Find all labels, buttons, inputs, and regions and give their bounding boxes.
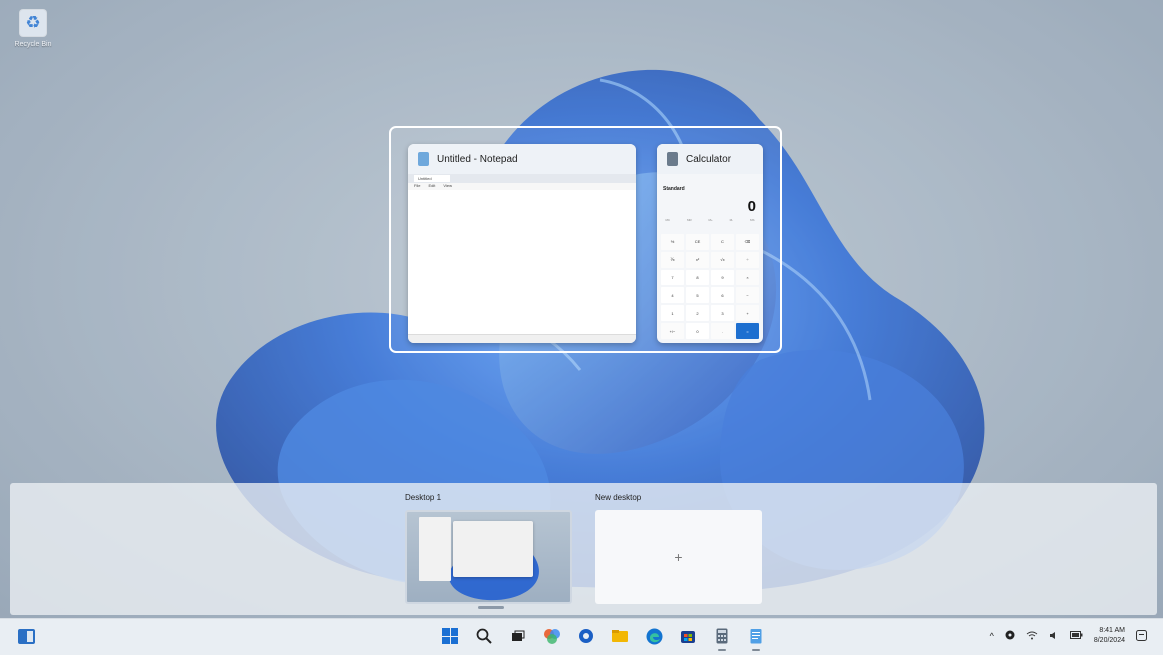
calculator-icon	[667, 152, 678, 166]
calculator-key: +/−	[661, 323, 684, 339]
menu-item: Edit	[428, 183, 436, 188]
task-view-window-notepad[interactable]: Untitled - Notepad Untitled File Edit Vi…	[408, 144, 636, 343]
calculator-key: 7	[661, 269, 684, 286]
widgets-icon[interactable]	[18, 629, 35, 644]
notifications-icon[interactable]	[1136, 629, 1147, 643]
clock-time: 8:41 AM	[1099, 627, 1125, 634]
desktop-thumb-calculator	[453, 521, 533, 577]
start-icon[interactable]	[440, 625, 460, 647]
store-icon[interactable]	[678, 625, 698, 647]
calculator-key: 4	[661, 287, 684, 304]
desktop-1[interactable]: Desktop 1	[405, 493, 572, 604]
edge-icon[interactable]	[644, 625, 664, 647]
menu-item: View	[443, 183, 452, 188]
desktop-thumb-notepad	[419, 517, 451, 581]
task-view-icon[interactable]	[508, 625, 528, 647]
volume-icon[interactable]	[1049, 631, 1059, 642]
calculator-key: ÷	[736, 251, 759, 268]
new-desktop[interactable]: New desktop +	[595, 493, 762, 604]
window-title: Untitled - Notepad	[437, 153, 518, 165]
notepad-tab: Untitled	[414, 175, 450, 182]
notepad-tab-bar: Untitled	[408, 174, 636, 183]
system-tray: ^ 8:41 AM 8/20/2024	[990, 626, 1147, 646]
plus-icon: +	[674, 549, 683, 565]
notepad-text-area	[408, 190, 636, 335]
file-explorer-icon[interactable]	[610, 625, 630, 647]
calculator-memory-row: MC MR M+ M- MS	[657, 218, 763, 227]
window-header: Untitled - Notepad	[408, 144, 636, 174]
calculator-key: 0	[686, 323, 709, 339]
calculator-key: 3	[711, 305, 734, 322]
calculator-key: 5	[686, 287, 709, 304]
window-header: Calculator	[657, 144, 763, 174]
show-hidden-icons-chevron[interactable]: ^	[990, 631, 994, 641]
calculator-key: 2	[686, 305, 709, 322]
taskbar: ^ 8:41 AM 8/20/2024	[0, 618, 1163, 655]
calculator-key: ×	[736, 269, 759, 286]
notepad-menu-bar: File Edit View	[408, 183, 636, 190]
calculator-key: CE	[686, 234, 709, 250]
task-view-window-group: Untitled - Notepad Untitled File Edit Vi…	[389, 126, 782, 353]
calculator-key: =	[736, 323, 759, 339]
calculator-key: 9	[711, 269, 734, 286]
calculator-titlebar	[657, 174, 763, 182]
calculator-key: C	[711, 234, 734, 250]
calculator-key: −	[736, 287, 759, 304]
calculator-key: 6	[711, 287, 734, 304]
memory-key: MS	[750, 218, 755, 222]
calculator-key: +	[736, 305, 759, 322]
clock-date: 8/20/2024	[1093, 637, 1125, 644]
calculator-key: ⌫	[736, 234, 759, 250]
calculator-display: 0	[747, 198, 756, 215]
desktop-label: Desktop 1	[405, 493, 442, 502]
notepad-icon	[418, 152, 429, 166]
copilot-icon[interactable]	[542, 625, 562, 647]
wifi-icon[interactable]	[1026, 631, 1038, 642]
new-desktop-button[interactable]: +	[595, 510, 762, 604]
memory-key: MR	[686, 218, 692, 222]
calculator-mode: Standard	[663, 186, 685, 192]
calculator-key: %	[661, 234, 684, 250]
desktop-1-thumbnail[interactable]	[405, 510, 572, 604]
memory-key: M+	[708, 218, 713, 222]
calculator-key: 8	[686, 269, 709, 286]
task-view-window-calculator[interactable]: Calculator Standard 0 MC MR M+ M- MS % CE…	[657, 144, 763, 343]
notepad-icon[interactable]	[746, 625, 766, 651]
active-desktop-indicator	[478, 606, 504, 609]
calculator-icon[interactable]	[712, 625, 732, 651]
calculator-keypad: % CE C ⌫ ⅟x x² √x ÷ 7 8 9 × 4 5 6− 1 2 3 + +/− 0. =	[661, 234, 759, 339]
notepad-status-bar	[408, 334, 636, 343]
memory-key: M-	[729, 218, 734, 222]
battery-icon[interactable]	[1069, 631, 1083, 641]
calculator-key: .	[711, 323, 734, 339]
calculator-key: ⅟x	[661, 251, 684, 268]
app-tray-icon[interactable]	[1005, 630, 1015, 642]
taskbar-apps	[440, 625, 766, 651]
desktop-label: New desktop	[595, 493, 642, 502]
window-title: Calculator	[686, 153, 732, 165]
clock[interactable]: 8:41 AM 8/20/2024	[1094, 626, 1125, 646]
calculator-key: √x	[711, 251, 734, 268]
search-icon[interactable]	[474, 625, 494, 647]
calculator-key: x²	[686, 251, 709, 268]
calculator-key: 1	[661, 305, 684, 322]
memory-key: MC	[665, 218, 671, 222]
menu-item: File	[414, 183, 421, 188]
teams-icon[interactable]	[576, 625, 596, 647]
virtual-desktops-panel: Desktop 1 New desktop +	[10, 483, 1157, 615]
